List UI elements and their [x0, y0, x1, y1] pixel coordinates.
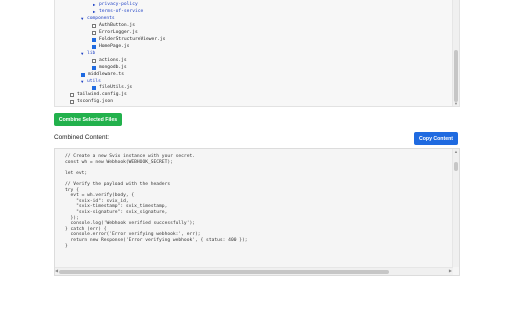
scroll-left-arrow-icon[interactable]: ◀: [55, 269, 58, 273]
triangle-down-icon: ▼: [81, 79, 84, 84]
checkbox-checked[interactable]: [92, 44, 96, 49]
checkbox[interactable]: [92, 23, 96, 28]
triangle-right-icon: ▶: [93, 2, 96, 7]
tree-folder-label: lib: [87, 51, 96, 56]
copy-content-button[interactable]: Copy Content: [414, 132, 458, 145]
tree-file-label: FolderStructureViewer.js: [99, 37, 166, 42]
code-vertical-scrollbar-thumb[interactable]: [454, 162, 458, 171]
tree-folder-label: terms-of-service: [99, 9, 144, 14]
scroll-up-arrow-icon[interactable]: ▲: [454, 150, 458, 154]
triangle-right-icon: ▶: [93, 9, 96, 14]
tree-file-label: fileUtils.js: [99, 85, 133, 90]
combine-selected-files-button[interactable]: Combine Selected Files: [54, 113, 122, 126]
tree-file-label: AuthButton.js: [99, 23, 135, 28]
combined-content-textarea[interactable]: // Create a new Svix instance with your …: [54, 148, 460, 276]
code-lines: // Create a new Svix instance with your …: [65, 154, 248, 249]
tree-file-folderstructureviewer: FolderStructureViewer.js: [92, 36, 165, 43]
triangle-down-icon: ▼: [81, 51, 84, 56]
tree-file-label: middleware.ts: [88, 72, 124, 77]
tree-folder-label: components: [87, 16, 115, 21]
checkbox[interactable]: [70, 92, 74, 97]
checkbox[interactable]: [92, 30, 96, 35]
tree-scrollbar-thumb[interactable]: [454, 50, 458, 102]
tree-file-label: tsconfig.json: [77, 99, 113, 104]
checkbox-checked[interactable]: [92, 65, 96, 70]
tree-file-fileutils: fileUtils.js: [92, 84, 132, 91]
tree-file-tailwind-config: tailwind.config.js: [70, 91, 127, 98]
file-tree-panel: ▶ privacy-policy ▶ terms-of-service ▼ co…: [54, 0, 460, 107]
tree-file-tsconfig: tsconfig.json: [70, 98, 113, 105]
checkbox-checked[interactable]: [92, 85, 96, 90]
tree-file-actions: actions.js: [92, 57, 127, 64]
tree-file-label: actions.js: [99, 58, 127, 63]
combined-content-label: Combined Content:: [54, 134, 110, 141]
tree-file-middleware: middleware.ts: [81, 71, 124, 78]
tree-file-label: tailwind.config.js: [77, 92, 127, 97]
tree-file-label: ErrorLogger.js: [99, 30, 138, 35]
code-line: }: [65, 243, 68, 249]
triangle-down-icon: ▼: [81, 16, 84, 21]
tree-folder-label: privacy-policy: [99, 2, 138, 7]
code-vertical-scrollbar[interactable]: ▲: [452, 149, 459, 267]
tree-scrollbar[interactable]: ▼: [452, 0, 459, 106]
code-horizontal-scrollbar-thumb[interactable]: [59, 269, 389, 274]
tree-file-mongodb: mongodb.js: [92, 64, 127, 71]
scroll-right-arrow-icon[interactable]: ▶: [449, 269, 452, 273]
tree-file-label: HomePage.js: [99, 44, 130, 49]
checkbox-checked[interactable]: [92, 37, 96, 42]
checkbox[interactable]: [70, 99, 74, 104]
tree-file-authbutton: AuthButton.js: [92, 22, 135, 29]
tree-file-errorlogger: ErrorLogger.js: [92, 29, 138, 36]
tree-folder-privacy-policy[interactable]: ▶ privacy-policy: [93, 1, 138, 8]
checkbox[interactable]: [92, 58, 96, 63]
code-horizontal-scrollbar[interactable]: ◀ ▶: [55, 267, 453, 275]
tree-file-homepage: HomePage.js: [92, 43, 129, 50]
tree-folder-terms-of-service[interactable]: ▶ terms-of-service: [93, 8, 143, 15]
tree-file-label: mongodb.js: [99, 65, 127, 70]
checkbox-checked[interactable]: [81, 72, 85, 77]
scroll-down-arrow-icon[interactable]: ▼: [454, 102, 458, 106]
code-line: return new Response('Error verifying web…: [65, 237, 248, 243]
tree-folder-lib[interactable]: ▼ lib: [81, 50, 95, 57]
tree-folder-components[interactable]: ▼ components: [81, 15, 115, 22]
